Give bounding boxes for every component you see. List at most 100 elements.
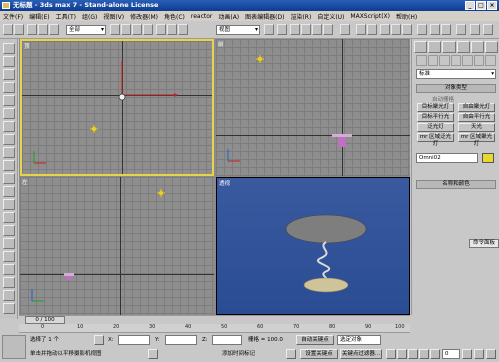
menu-help[interactable]: 帮助(H) [396,12,417,21]
light-free-direct-button[interactable]: 自由平行光 [458,113,495,122]
quick-render-icon[interactable] [441,24,451,35]
tool-icon-15[interactable] [3,225,15,236]
systems-icon[interactable] [485,55,497,66]
auto-key-button[interactable]: 自动关键点 [296,335,334,345]
light-category-dropdown[interactable]: 标准 [416,69,496,79]
utilities-tab-icon[interactable] [484,41,499,53]
spinner-snap-icon[interactable] [323,24,333,35]
schematic-view-icon[interactable] [402,24,412,35]
close-button[interactable]: × [487,1,497,10]
z-coordinate-field[interactable] [212,335,242,345]
selection-filter-dropdown[interactable]: 全部 [66,25,106,35]
key-selection-dropdown[interactable]: 选定对象 [337,335,381,345]
object-color-swatch[interactable] [482,153,494,163]
modify-tab-icon[interactable] [428,41,442,53]
undo-icon[interactable] [3,24,13,35]
named-selection-icon[interactable] [340,24,350,35]
set-key-button[interactable]: 设置关键点 [300,349,338,359]
menu-views[interactable]: 视图(V) [103,12,124,21]
viewport-perspective[interactable]: 透视 [216,177,410,315]
viewport-left[interactable]: 左 [20,177,214,315]
bind-space-warp-icon[interactable] [49,24,59,35]
unlink-icon[interactable] [38,24,48,35]
select-link-icon[interactable] [27,24,37,35]
previous-frame-icon[interactable] [397,349,407,359]
time-slider-thumb[interactable]: 0 / 100 [25,316,65,324]
lights-icon[interactable] [439,55,450,66]
menu-graph-editors[interactable]: 图表编辑器(D) [245,12,284,21]
time-slider[interactable]: 0 / 100 [19,315,410,324]
menu-modifiers[interactable]: 修改器(M) [130,12,158,21]
lock-selection-icon[interactable] [94,335,104,345]
tool-icon-16[interactable] [3,238,15,249]
render-last-icon[interactable] [470,24,480,35]
motion-tab-icon[interactable] [456,41,470,53]
pivot-center-icon[interactable] [264,24,274,35]
rollout-name-color[interactable]: 名称和颜色 [416,180,496,189]
curve-editor-icon[interactable] [391,24,401,35]
menu-tools[interactable]: 工具(T) [56,12,76,21]
x-coordinate-field[interactable] [118,335,150,345]
tool-icon-13[interactable] [3,199,15,210]
minimize-button[interactable]: _ [465,1,475,10]
tool-icon-5[interactable] [3,95,15,106]
play-icon[interactable] [408,349,418,359]
menu-customize[interactable]: 自定义(U) [317,12,344,21]
menu-group[interactable]: 组(G) [82,12,97,21]
autogrid-checkbox[interactable]: 自动栅格 [432,95,454,103]
tool-icon-9[interactable] [3,147,15,158]
goto-end-icon[interactable] [430,349,440,359]
tool-icon-14[interactable] [3,212,15,223]
tool-icon-12[interactable] [3,186,15,197]
helpers-icon[interactable] [462,55,473,66]
menu-reactor[interactable]: reactor [191,13,213,20]
key-filters-button[interactable]: 关键点过滤器... [340,349,382,359]
tool-icon-19[interactable] [3,277,15,288]
create-tab-icon[interactable] [414,41,428,53]
tool-icon-3[interactable] [3,69,15,80]
light-mr-area-omni-button[interactable]: mr 区域泛光灯 [417,133,454,147]
rollout-object-type[interactable]: 对象类型 [416,84,496,93]
menu-file[interactable]: 文件(F) [3,12,23,21]
menu-character[interactable]: 角色(C) [164,12,185,21]
zoom-icon[interactable] [462,349,472,359]
menu-maxscript[interactable]: MAXScript(X) [350,13,390,20]
align-icon[interactable] [367,24,377,35]
light-omni-button[interactable]: 泛光灯 [417,123,454,132]
tool-icon-1[interactable] [3,43,15,54]
region-select-icon[interactable] [132,24,142,35]
light-target-direct-button[interactable]: 目标平行光 [417,113,454,122]
tool-icon-21[interactable] [3,303,15,314]
tool-icon-17[interactable] [3,251,15,262]
current-frame-field[interactable]: 0 [442,349,460,359]
object-name-field[interactable]: Omni02 [416,153,478,163]
select-object-icon[interactable] [110,24,120,35]
geometry-icon[interactable] [416,55,427,66]
render-type-icon[interactable] [456,24,466,35]
menu-animation[interactable]: 动画(A) [218,12,239,21]
redo-icon[interactable] [14,24,24,35]
window-crossing-icon[interactable] [143,24,153,35]
tool-icon-11[interactable] [3,173,15,184]
track-bar[interactable]: 0 10 20 30 40 50 60 70 80 90 100 [19,324,410,333]
maxscript-listener-icon[interactable] [2,335,26,359]
material-editor-icon[interactable] [417,24,427,35]
scale-icon[interactable] [178,24,188,35]
hierarchy-tab-icon[interactable] [442,41,456,53]
percent-snap-icon[interactable] [312,24,322,35]
layer-manager-icon[interactable] [380,24,390,35]
mirror-icon[interactable] [356,24,366,35]
pan-icon[interactable] [474,349,484,359]
add-time-tag[interactable]: 添加时间标记 [222,349,255,359]
snap-toggle-icon[interactable] [290,24,300,35]
tool-icon-7[interactable] [3,121,15,132]
maximize-button[interactable]: □ [476,1,486,10]
display-tab-icon[interactable] [470,41,484,53]
space-warps-icon[interactable] [473,55,485,66]
shapes-icon[interactable] [427,55,439,66]
light-free-spot-button[interactable]: 自由聚光灯 [458,103,495,112]
cameras-icon[interactable] [450,55,462,66]
reference-coordinate-dropdown[interactable]: 视图 [216,25,260,35]
light-target-spot-button[interactable]: 目标聚光灯 [417,103,454,112]
tool-icon-10[interactable] [3,160,15,171]
